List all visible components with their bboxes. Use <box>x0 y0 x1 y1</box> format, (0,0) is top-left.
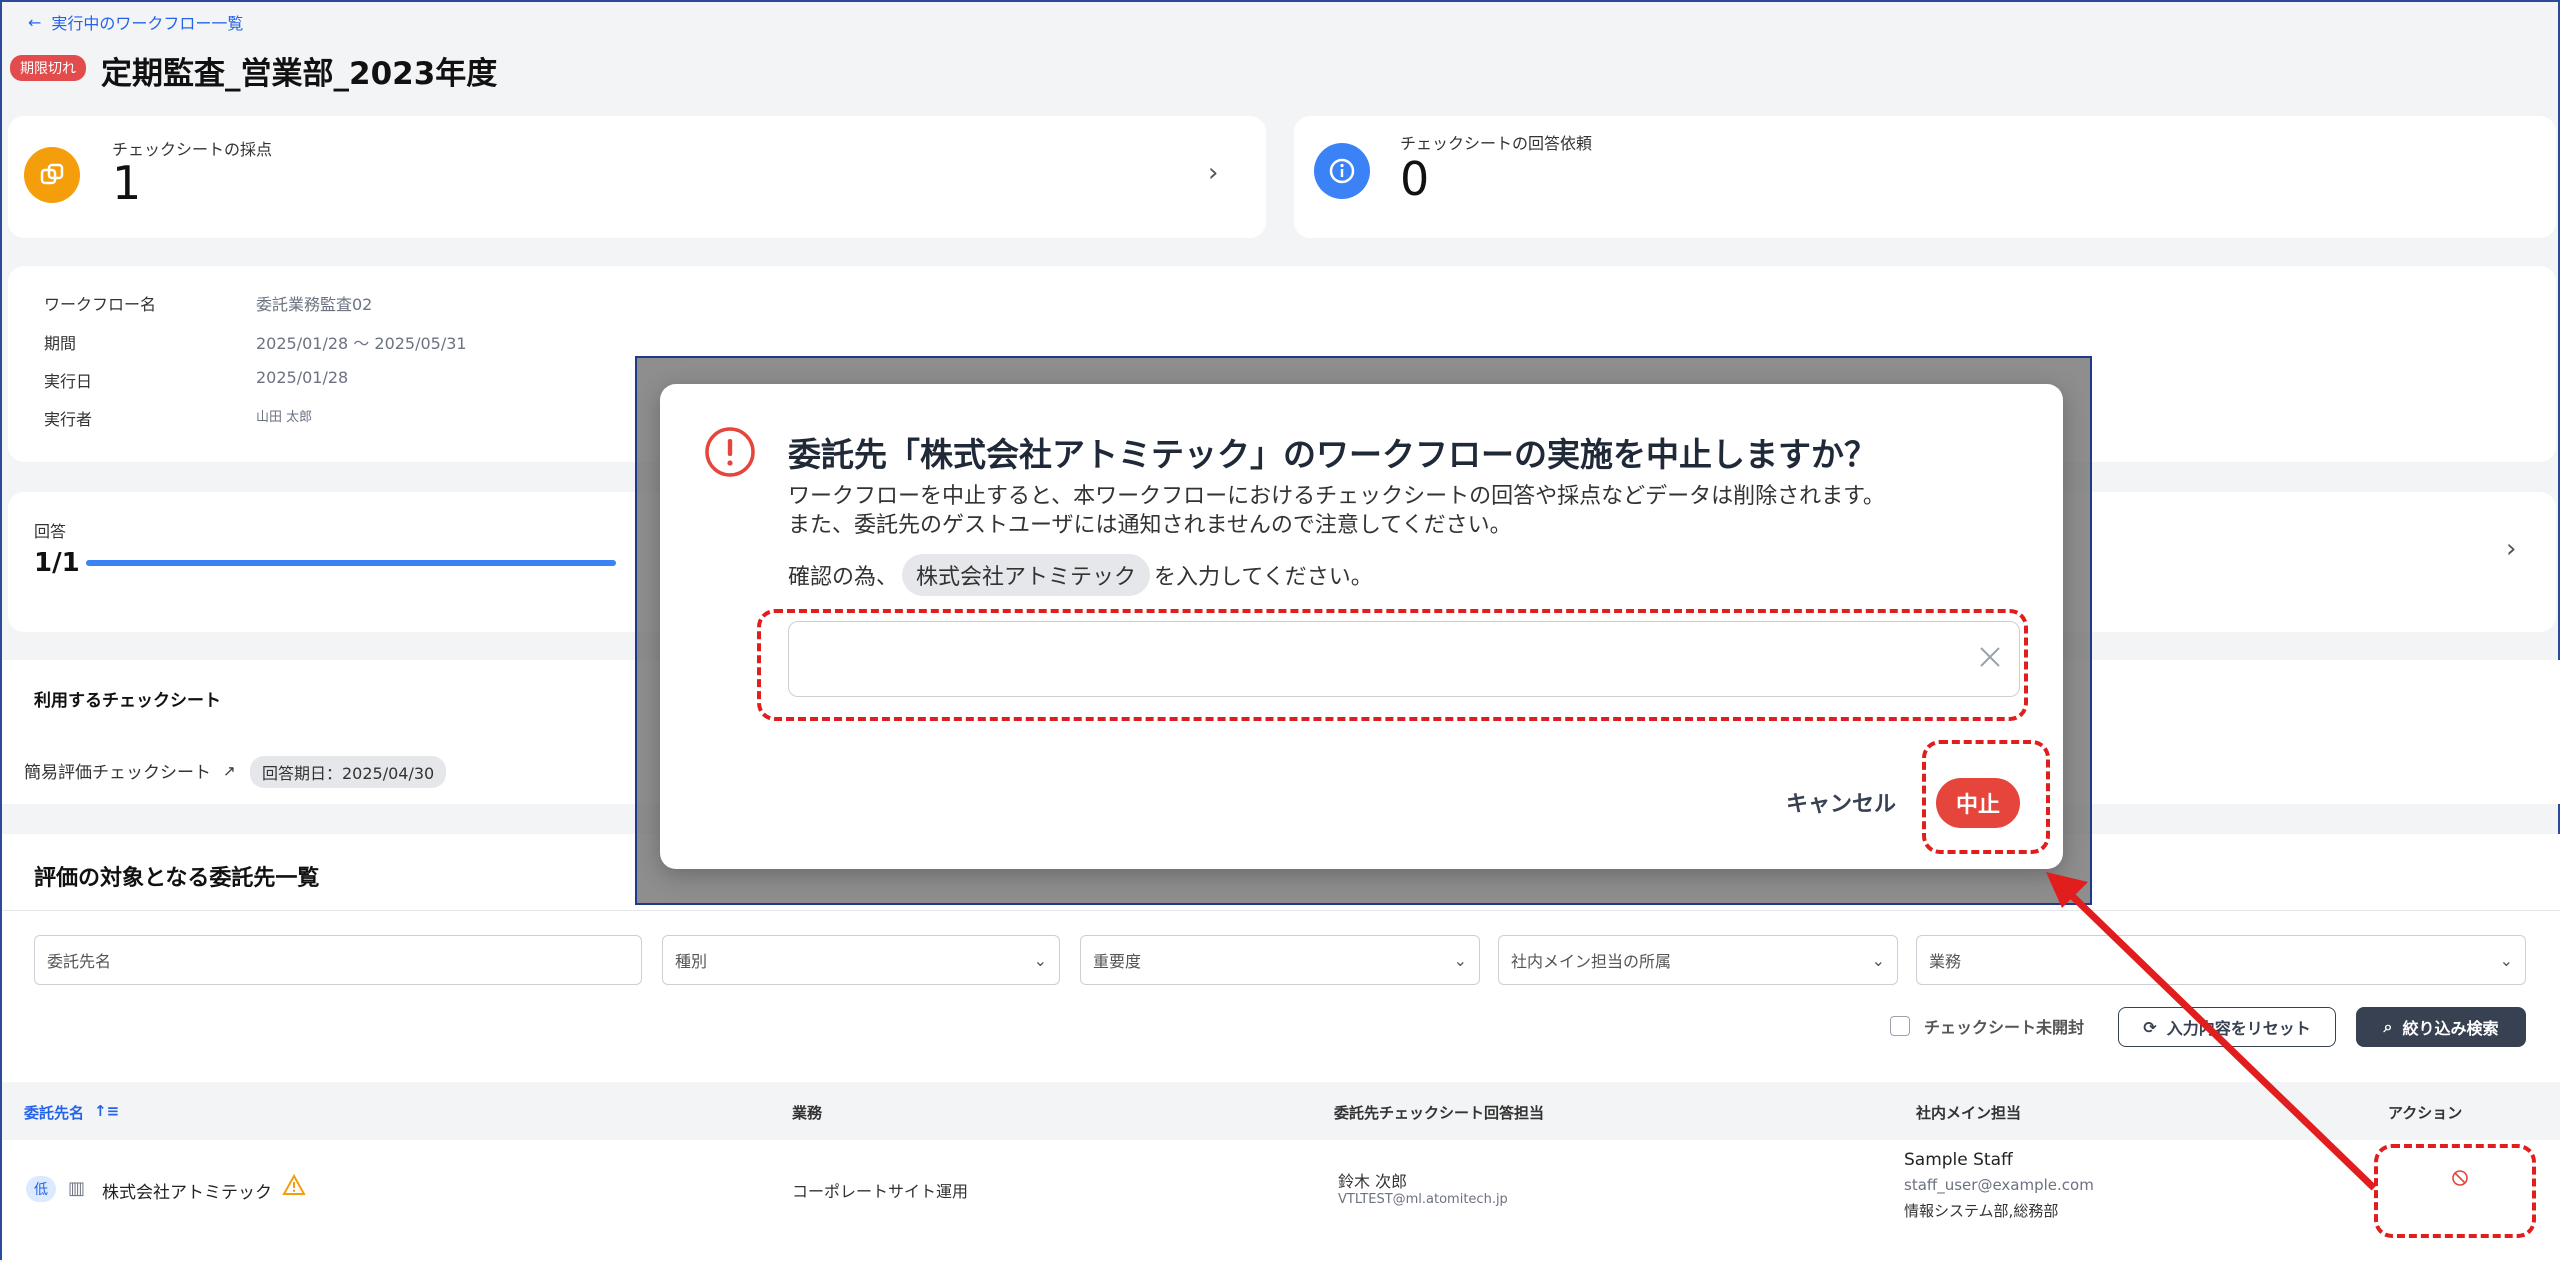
staff-dept: 情報システム部,総務部 <box>1904 1202 2059 1220</box>
confirm-dialog: 委託先「株式会社アトミテック」のワークフローの実施を中止しますか？ ワークフロー… <box>660 384 2063 869</box>
chevron-down-icon: ⌄ <box>1871 950 1885 970</box>
business-select-label: 業務 <box>1929 952 1962 971</box>
unopened-checkbox[interactable]: チェックシート未開封 <box>1890 1014 2084 1038</box>
column-header-responder: 委託先チェックシート回答担当 <box>1334 1104 1545 1122</box>
chevron-right-icon: › <box>2506 534 2517 564</box>
request-card[interactable]: チェックシートの回答依頼 0 <box>1294 116 2556 238</box>
external-link-icon: ↗ <box>223 761 236 780</box>
info-label: 実行者 <box>44 410 93 429</box>
sort-icon: ↑≡ <box>94 1102 120 1120</box>
dialog-body-line: また、委託先のゲストユーザには通知されませんので注意してください。 <box>788 513 1512 538</box>
chevron-down-icon: ⌄ <box>1033 950 1047 970</box>
dialog-body: ワークフローを中止すると、本ワークフローにおけるチェックシートの回答や採点などデ… <box>788 482 2038 540</box>
info-value: 委託業務監査02 <box>256 295 373 314</box>
search-label: 絞り込み検索 <box>2402 1019 2499 1038</box>
info-label: ワークフロー名 <box>44 295 157 314</box>
alert-icon <box>704 426 756 482</box>
type-select-label: 種別 <box>675 952 708 971</box>
table-row: 低 ▥ 株式会社アトミテック コーポレートサイト運用 鈴木 次郎 VTLTEST… <box>2 1140 2560 1248</box>
due-date-chip: 回答期日：2025/04/30 <box>250 756 447 788</box>
answers-count: 1/1 <box>34 548 80 578</box>
building-icon: ▥ <box>68 1178 86 1199</box>
info-value: 山田 太郎 <box>256 410 313 425</box>
type-select[interactable]: 種別 ⌄ <box>662 935 1060 985</box>
checkbox-box[interactable] <box>1890 1016 1910 1036</box>
chevron-down-icon: ⌄ <box>1453 950 1467 970</box>
name-filter-input[interactable]: 委託先名 <box>34 935 642 985</box>
chevron-down-icon: ⌄ <box>2499 950 2513 970</box>
staff-name: Sample Staff <box>1904 1150 2013 1170</box>
name-filter-placeholder: 委託先名 <box>47 952 112 971</box>
dialog-body-line: ワークフローを中止すると、本ワークフローにおけるチェックシートの回答や採点などデ… <box>788 484 1885 509</box>
copy-icon <box>24 147 80 203</box>
divider <box>2 910 2560 911</box>
page-title: 定期監査_営業部_2023年度 <box>101 56 498 92</box>
annotation-highlight <box>1922 740 2050 854</box>
cancel-button[interactable]: キャンセル <box>1786 786 1896 818</box>
column-header-business: 業務 <box>792 1104 823 1122</box>
answers-progress-fill <box>86 560 616 566</box>
reset-button[interactable]: ⟳ 入力内容をリセット <box>2118 1007 2336 1047</box>
chevron-right-icon: › <box>1208 158 1219 188</box>
checksheet-section-title: 利用するチェックシート <box>34 691 221 711</box>
importance-select-label: 重要度 <box>1093 952 1142 971</box>
annotation-highlight <box>2374 1144 2536 1238</box>
search-icon: ⌕ <box>2383 1017 2393 1036</box>
warning-icon <box>282 1173 306 1200</box>
annotation-highlight <box>757 609 2028 721</box>
search-button[interactable]: ⌕ 絞り込み検索 <box>2356 1007 2526 1047</box>
confirm-instruction: 確認の為、 株式会社アトミテック を入力してください。 <box>788 554 1373 596</box>
info-label: 実行日 <box>44 372 93 391</box>
scoring-value: 1 <box>112 156 142 210</box>
column-header-name[interactable]: 委託先名 ↑≡ <box>24 1102 119 1123</box>
dept-select-label: 社内メイン担当の所属 <box>1511 952 1672 971</box>
dept-select[interactable]: 社内メイン担当の所属 ⌄ <box>1498 935 1898 985</box>
back-link[interactable]: ← 実行中のワークフロー一覧 <box>28 10 243 34</box>
info-label: 期間 <box>44 334 77 353</box>
unopened-label: チェックシート未開封 <box>1924 1018 2085 1037</box>
request-label: チェックシートの回答依頼 <box>1400 134 1593 153</box>
answers-progress-track <box>86 560 616 566</box>
info-value: 2025/01/28 <box>256 368 349 387</box>
vendor-business: コーポレートサイト運用 <box>792 1182 969 1201</box>
info-value: 2025/01/28 〜 2025/05/31 <box>256 334 467 353</box>
arrow-left-icon: ← <box>28 12 42 32</box>
confirm-suffix: を入力してください。 <box>1154 565 1373 590</box>
column-header-action: アクション <box>2388 1104 2463 1122</box>
request-value: 0 <box>1400 152 1430 206</box>
refresh-icon: ⟳ <box>2143 1017 2157 1037</box>
responder-name: 鈴木 次郎 <box>1338 1172 1408 1191</box>
answers-label: 回答 <box>34 522 67 541</box>
confirm-prefix: 確認の為、 <box>788 565 899 590</box>
column-header-label: 委託先名 <box>24 1104 85 1122</box>
responder-email: VTLTEST@ml.atomitech.jp <box>1338 1192 1508 1207</box>
reset-label: 入力内容をリセット <box>2166 1019 2311 1038</box>
checksheet-name: 簡易評価チェックシート <box>24 763 211 783</box>
table-header: 委託先名 ↑≡ 業務 委託先チェックシート回答担当 社内メイン担当 アクション <box>2 1082 2560 1140</box>
scoring-card[interactable]: チェックシートの採点 1 › <box>8 116 1266 238</box>
dialog-title: 委託先「株式会社アトミテック」のワークフローの実施を中止しますか？ <box>788 435 1877 474</box>
business-select[interactable]: 業務 ⌄ <box>1916 935 2526 985</box>
vendor-name[interactable]: 株式会社アトミテック <box>102 1178 272 1203</box>
targets-section-title: 評価の対象となる委託先一覧 <box>34 866 320 891</box>
status-badge: 期限切れ <box>10 55 86 81</box>
column-header-staff: 社内メイン担当 <box>1916 1104 2022 1122</box>
staff-email: staff_user@example.com <box>1904 1176 2094 1194</box>
info-icon <box>1314 143 1370 199</box>
back-link-label: 実行中のワークフロー一覧 <box>51 14 244 33</box>
confirm-chip: 株式会社アトミテック <box>902 554 1151 596</box>
importance-select[interactable]: 重要度 ⌄ <box>1080 935 1480 985</box>
checksheet-link[interactable]: 簡易評価チェックシート ↗ <box>24 758 236 784</box>
level-badge: 低 <box>26 1176 56 1202</box>
